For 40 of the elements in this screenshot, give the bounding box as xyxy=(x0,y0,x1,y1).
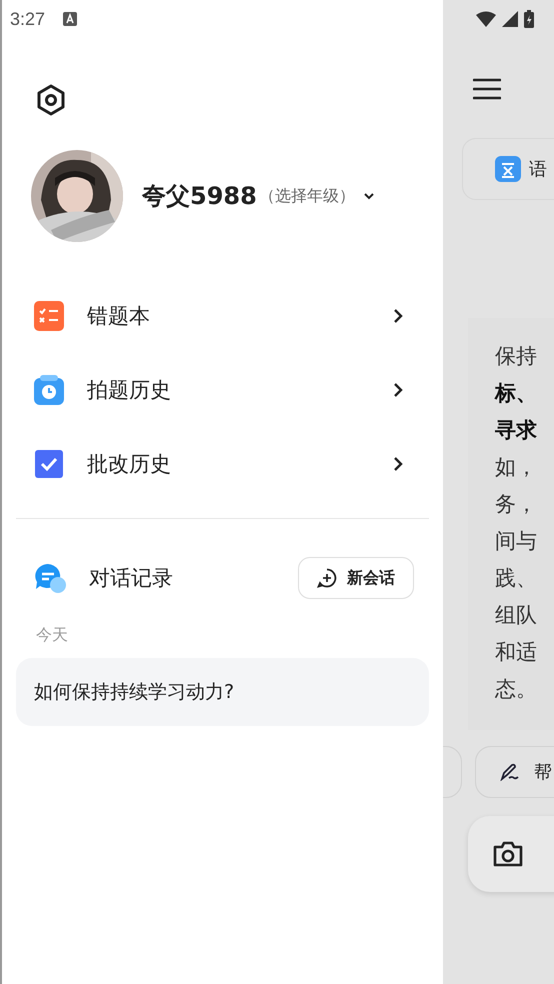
menu-item[interactable]: 拍题历史 xyxy=(87,376,393,404)
clock-icon xyxy=(34,375,64,405)
answer-text: 务， xyxy=(495,491,538,518)
chat-history-item[interactable]: 如何保持持续学习动力? xyxy=(16,658,429,726)
checklist-icon xyxy=(34,301,64,331)
answer-text: 寻求 xyxy=(495,417,538,444)
answer-text: 和适 xyxy=(495,639,538,666)
section-title: 对话记录 xyxy=(89,565,174,592)
wifi-icon xyxy=(476,11,496,27)
signal-icon xyxy=(502,11,518,27)
chevron-right-icon[interactable] xyxy=(393,456,403,472)
menu-item[interactable]: 错题本 xyxy=(87,302,393,330)
settings-icon[interactable] xyxy=(35,84,67,116)
add-chat-icon xyxy=(317,568,337,588)
subject-chip[interactable]: 语 xyxy=(462,138,554,200)
answer-text: 间与 xyxy=(495,528,538,555)
answer-text: 如， xyxy=(495,454,538,481)
menu-icon[interactable] xyxy=(473,78,501,100)
status-time: 3:27 xyxy=(10,8,46,30)
keyboard-icon xyxy=(63,12,78,26)
chevron-right-icon[interactable] xyxy=(393,308,403,324)
answer-text: 态。 xyxy=(495,676,538,703)
checkbox-icon xyxy=(34,449,64,479)
answer-text: 标、 xyxy=(495,380,538,407)
chevron-right-icon[interactable] xyxy=(393,382,403,398)
user-name: 夸父5988 xyxy=(142,181,257,212)
grade-selector[interactable]: （选择年级） xyxy=(258,186,355,206)
text-icon xyxy=(495,156,521,182)
chevron-down-icon[interactable] xyxy=(362,192,375,200)
menu-item[interactable]: 批改历史 xyxy=(87,450,393,478)
battery-icon xyxy=(524,10,534,28)
pen-icon xyxy=(500,763,520,781)
date-heading: 今天 xyxy=(36,625,68,646)
answer-text: 践、 xyxy=(495,565,538,592)
new-chat-button[interactable]: 新会话 xyxy=(298,557,414,599)
camera-icon xyxy=(492,840,524,868)
suggestion-chip[interactable]: 帮 xyxy=(475,746,554,798)
answer-text: 组队 xyxy=(495,602,538,629)
answer-text: 保持 xyxy=(495,343,538,370)
chat-bubbles-icon xyxy=(34,563,66,593)
